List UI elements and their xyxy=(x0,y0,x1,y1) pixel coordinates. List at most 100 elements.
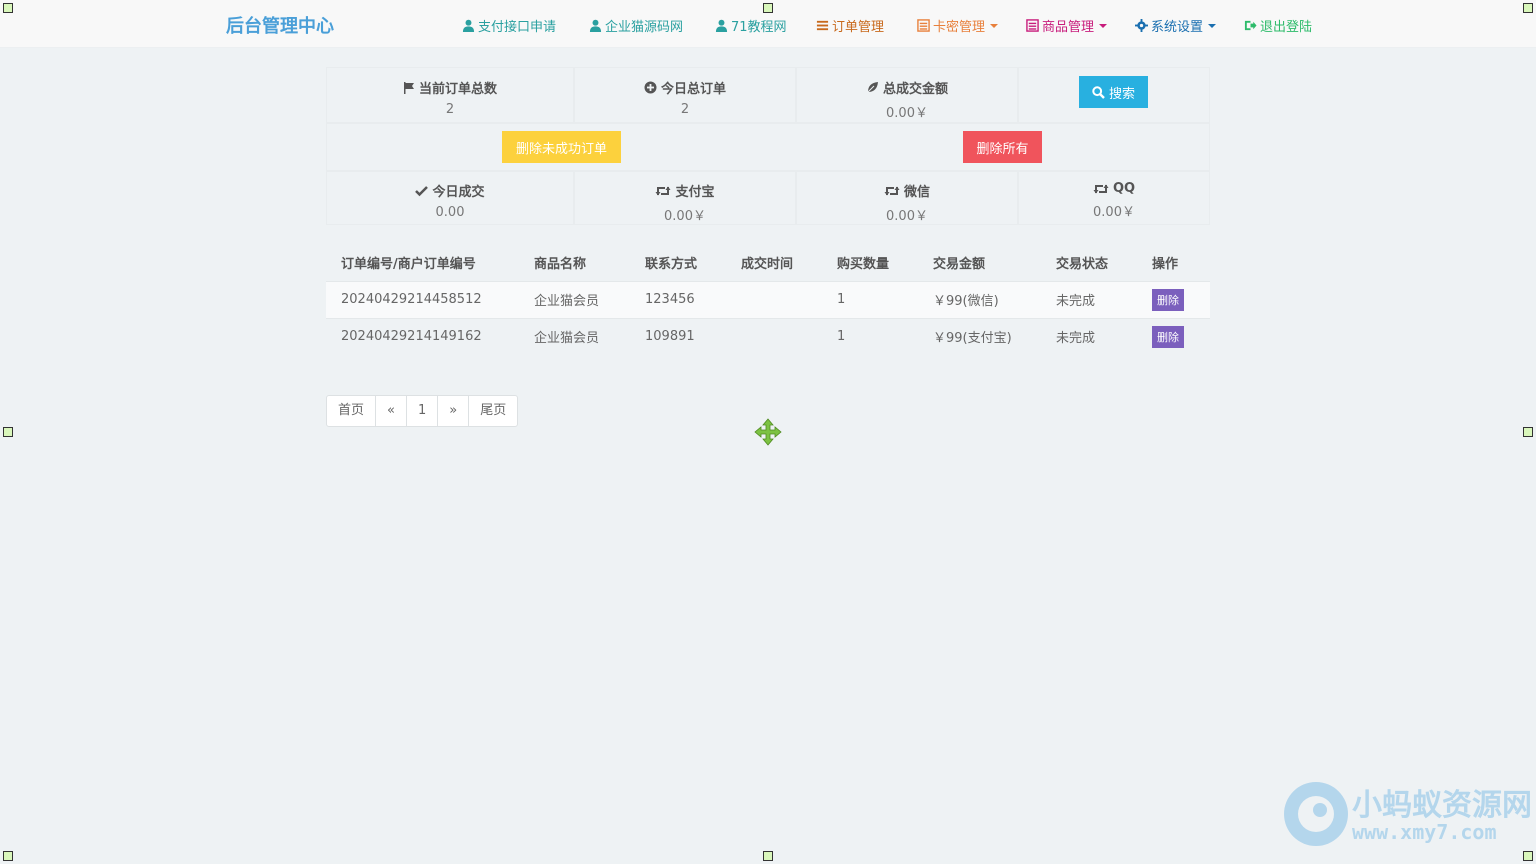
quantity: 1 xyxy=(822,317,918,355)
order-number: 20240429214149162 xyxy=(326,317,519,355)
flag-icon xyxy=(403,81,414,94)
resize-handle[interactable] xyxy=(1523,427,1533,437)
amount: ￥99(支付宝) xyxy=(918,317,1041,355)
delete-unfinished-button[interactable]: 删除未成功订单 xyxy=(502,131,621,163)
product-name: 企业猫会员 xyxy=(519,280,630,318)
stat-value: 0.00￥ xyxy=(1093,205,1135,220)
brand-title[interactable]: 后台管理中心 xyxy=(226,12,334,38)
page-last[interactable]: 尾页 xyxy=(468,396,517,426)
gear-icon xyxy=(1135,19,1148,32)
stat-label: 今日成交 xyxy=(432,185,485,200)
status: 未完成 xyxy=(1041,317,1137,355)
search-icon xyxy=(1092,85,1105,99)
nav-item-source-site[interactable]: 企业猫源码网 xyxy=(589,16,683,35)
delete-row-button[interactable]: 删除 xyxy=(1152,325,1184,348)
stat-today-deal: 今日成交 0.00 xyxy=(326,171,574,225)
nav-item-tutorial-site[interactable]: 71教程网 xyxy=(715,16,787,35)
user-icon xyxy=(462,19,475,32)
list-alt-icon xyxy=(917,19,930,32)
stat-alipay: 支付宝 0.00￥ xyxy=(574,171,796,225)
resize-handle[interactable] xyxy=(3,427,13,437)
user-icon xyxy=(715,19,728,32)
search-button[interactable]: 搜索 xyxy=(1079,76,1148,108)
stat-value: 0.00￥ xyxy=(886,106,928,121)
order-number: 20240429214458512 xyxy=(326,280,519,318)
stat-value: 0.00 xyxy=(435,205,465,220)
nav-item-logout[interactable]: 退出登陆 xyxy=(1244,16,1312,35)
stat-value: 0.00￥ xyxy=(664,209,706,224)
search-button-label: 搜索 xyxy=(1108,86,1135,102)
retweet-icon xyxy=(655,186,671,195)
action-row xyxy=(326,123,1210,171)
page-prev[interactable]: « xyxy=(375,396,406,426)
stat-label: 支付宝 xyxy=(675,185,715,200)
stat-value: 2 xyxy=(680,102,690,117)
stat-label: 微信 xyxy=(903,185,930,200)
col-header: 操作 xyxy=(1152,257,1179,273)
nav-label: 71教程网 xyxy=(731,20,787,35)
retweet-icon xyxy=(884,186,900,195)
nav-label: 退出登陆 xyxy=(1260,20,1313,35)
nav-item-cards[interactable]: 卡密管理 xyxy=(917,16,999,35)
delete-row-button[interactable]: 删除 xyxy=(1152,288,1184,311)
nav-label: 卡密管理 xyxy=(933,20,986,35)
resize-handle[interactable] xyxy=(1523,3,1533,13)
nav-item-orders[interactable]: 订单管理 xyxy=(816,16,884,35)
col-header: 购买数量 xyxy=(837,257,890,273)
table-row: 20240429214149162 企业猫会员 109891 1 ￥99(支付宝… xyxy=(326,317,1210,355)
nav-label: 系统设置 xyxy=(1151,20,1204,35)
resize-handle[interactable] xyxy=(763,851,773,861)
page-first[interactable]: 首页 xyxy=(327,396,375,426)
col-header: 交易金额 xyxy=(933,257,986,273)
resize-handle[interactable] xyxy=(3,3,13,13)
watermark-url: www.xmy7.com xyxy=(1352,820,1497,844)
list-alt-icon xyxy=(1026,19,1039,32)
stat-total-amount: 总成交金额 0.00￥ xyxy=(796,67,1018,123)
stat-wechat: 微信 0.00￥ xyxy=(796,171,1018,225)
plus-circle-icon xyxy=(644,81,657,94)
retweet-icon xyxy=(1093,184,1109,193)
user-icon xyxy=(589,19,602,32)
ant-logo-icon xyxy=(1284,782,1348,846)
col-header: 联系方式 xyxy=(645,257,698,273)
orders-table: 订单编号/商户订单编号 商品名称 联系方式 成交时间 购买数量 交易金额 交易状… xyxy=(326,245,1210,355)
status: 未完成 xyxy=(1041,280,1137,318)
amount: ￥99(微信) xyxy=(918,280,1041,318)
stat-value: 0.00￥ xyxy=(886,209,928,224)
nav-label: 商品管理 xyxy=(1042,20,1095,35)
col-header: 商品名称 xyxy=(534,257,587,273)
chevron-down-icon xyxy=(1099,23,1108,28)
nav-item-settings[interactable]: 系统设置 xyxy=(1135,16,1217,35)
nav-item-payment-apply[interactable]: 支付接口申请 xyxy=(462,16,556,35)
page-number[interactable]: 1 xyxy=(405,396,437,426)
product-name: 企业猫会员 xyxy=(519,317,630,355)
watermark-text: 小蚂蚁资源网 xyxy=(1352,788,1532,823)
nav-item-products[interactable]: 商品管理 xyxy=(1026,16,1108,35)
nav-label: 订单管理 xyxy=(832,20,885,35)
col-header: 订单编号/商户订单编号 xyxy=(341,257,476,273)
delete-all-button[interactable]: 删除所有 xyxy=(963,131,1042,163)
watermark: 小蚂蚁资源网 www.xmy7.com xyxy=(1282,776,1536,856)
stat-today-orders: 今日总订单 2 xyxy=(574,67,796,123)
move-icon[interactable] xyxy=(754,418,782,446)
stat-value: 2 xyxy=(445,102,455,117)
resize-handle[interactable] xyxy=(763,3,773,13)
list-icon xyxy=(816,20,829,31)
table-header-row: 订单编号/商户订单编号 商品名称 联系方式 成交时间 购买数量 交易金额 交易状… xyxy=(326,245,1210,281)
stat-qq: QQ 0.00￥ xyxy=(1018,171,1210,225)
nav-label: 企业猫源码网 xyxy=(605,20,684,35)
col-header: 成交时间 xyxy=(741,257,794,273)
chevron-down-icon xyxy=(990,23,999,28)
nav-label: 支付接口申请 xyxy=(478,20,557,35)
contact: 123456 xyxy=(630,280,726,318)
stat-total-orders: 当前订单总数 2 xyxy=(326,67,574,123)
logout-icon xyxy=(1244,20,1257,31)
stat-label: QQ xyxy=(1112,181,1136,196)
col-header: 交易状态 xyxy=(1056,257,1109,273)
pagination: 首页 « 1 » 尾页 xyxy=(326,395,519,427)
resize-handle[interactable] xyxy=(3,851,13,861)
leaf-icon xyxy=(866,82,878,94)
quantity: 1 xyxy=(822,280,918,318)
deal-time xyxy=(726,280,822,318)
page-next[interactable]: » xyxy=(437,396,468,426)
